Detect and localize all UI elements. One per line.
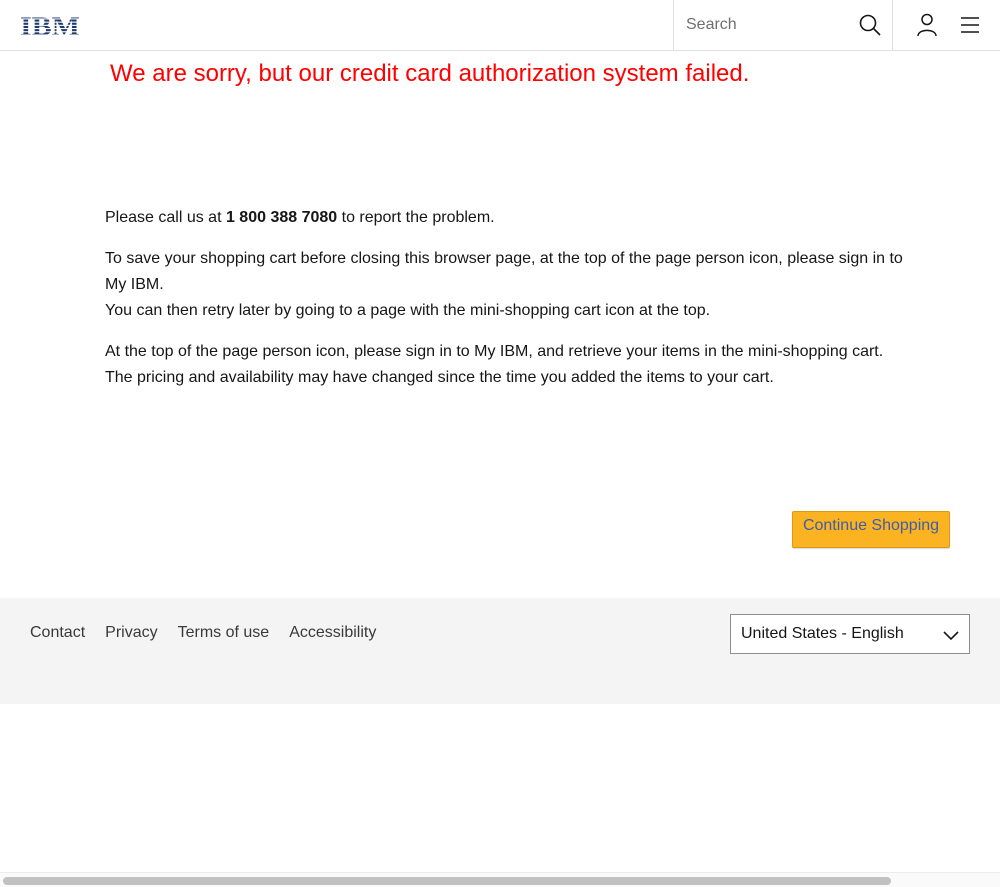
footer: Contact Privacy Terms of use Accessibili… (0, 598, 1000, 704)
user-icon[interactable] (916, 13, 938, 37)
save-cart-paragraph: To save your shopping cart before closin… (105, 246, 905, 324)
phone-number: 1 800 388 7080 (225, 209, 338, 226)
search-input[interactable] (674, 0, 844, 50)
scrollbar-thumb[interactable] (3, 877, 891, 885)
ibm-logo[interactable]: IBM (20, 13, 80, 37)
footer-link-terms[interactable]: Terms of use (178, 624, 270, 642)
masthead: IBM (0, 0, 1000, 51)
retrieve-line-2: The pricing and availability may have ch… (105, 369, 774, 386)
continue-shopping-button[interactable]: Continue Shopping (792, 511, 950, 548)
save-cart-line-1: To save your shopping cart before closin… (105, 250, 903, 293)
search-box (673, 0, 893, 50)
footer-link-contact[interactable]: Contact (30, 624, 85, 642)
locale-select[interactable]: United States - English (730, 614, 970, 654)
error-message: Please call us at 1 800 388 7080 to repo… (105, 205, 905, 406)
footer-link-accessibility[interactable]: Accessibility (289, 624, 376, 642)
save-cart-line-2: You can then retry later by going to a p… (105, 302, 711, 319)
call-paragraph: Please call us at 1 800 388 7080 to repo… (105, 205, 905, 231)
call-suffix: to report the problem. (337, 209, 495, 226)
chevron-down-icon (943, 631, 959, 641)
footer-links: Contact Privacy Terms of use Accessibili… (30, 624, 376, 642)
logo-text: IBM (20, 13, 80, 37)
locale-value: United States - English (741, 625, 904, 642)
search-icon[interactable] (859, 14, 881, 36)
menu-icon[interactable] (960, 15, 980, 35)
footer-link-privacy[interactable]: Privacy (105, 624, 157, 642)
horizontal-scrollbar[interactable] (0, 872, 1000, 887)
call-prefix: Please call us at (105, 209, 226, 226)
retrieve-paragraph: At the top of the page person icon, plea… (105, 339, 905, 391)
error-title: We are sorry, but our credit card author… (110, 60, 750, 87)
retrieve-line-1: At the top of the page person icon, plea… (105, 343, 884, 360)
